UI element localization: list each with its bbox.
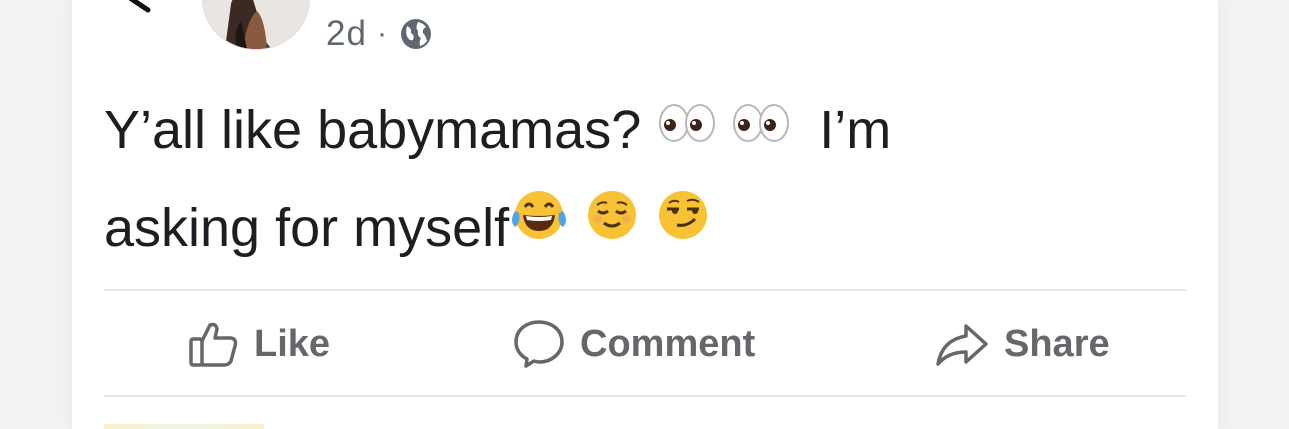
tears-of-joy-emoji bbox=[509, 178, 569, 273]
post-meta: 2d · bbox=[326, 12, 434, 56]
divider-bottom bbox=[104, 395, 1186, 397]
post-text-line2: asking for myself bbox=[104, 198, 510, 259]
comment-label: Comment bbox=[580, 322, 756, 365]
thumbs-up-icon bbox=[189, 322, 238, 367]
share-button[interactable]: Share bbox=[934, 318, 1110, 370]
reaction-strip bbox=[104, 424, 264, 429]
meta-separator: · bbox=[376, 17, 388, 50]
eyes-emoji bbox=[730, 80, 804, 175]
share-arrow-icon bbox=[936, 324, 988, 366]
relieved-face-emoji bbox=[584, 178, 640, 273]
post-body: Y’all like babymamas? I’m asking for mys… bbox=[104, 83, 1194, 279]
divider-top bbox=[104, 289, 1186, 291]
like-button[interactable]: Like bbox=[188, 318, 330, 370]
back-arrow-icon[interactable] bbox=[118, 0, 158, 14]
speech-bubble-icon bbox=[514, 320, 564, 368]
eyes-emoji bbox=[656, 80, 730, 175]
post-timestamp[interactable]: 2d bbox=[326, 14, 367, 54]
post-text-line1-end: I’m bbox=[819, 100, 892, 160]
smirking-face-emoji bbox=[655, 178, 711, 273]
globe-icon bbox=[400, 19, 431, 49]
post-text-line1: Y’all like babymamas? bbox=[104, 100, 642, 160]
comment-button[interactable]: Comment bbox=[512, 318, 755, 370]
like-label: Like bbox=[254, 322, 331, 365]
share-label: Share bbox=[1004, 322, 1110, 365]
